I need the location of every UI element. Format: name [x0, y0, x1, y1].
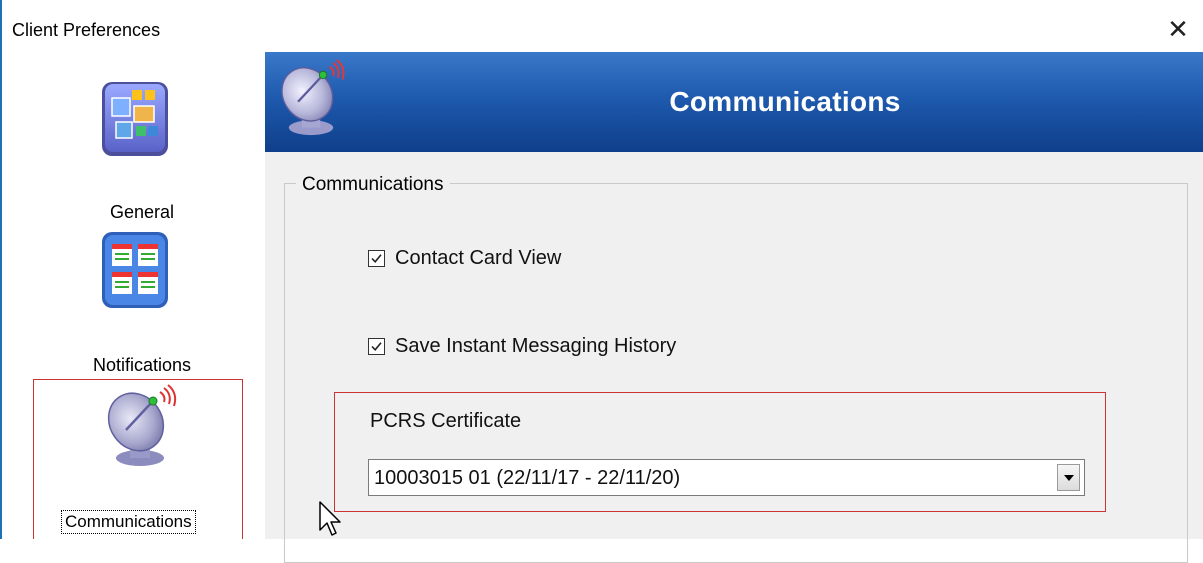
sidebar-item-label: Notifications — [92, 355, 192, 375]
chevron-down-icon — [1063, 474, 1074, 481]
contact-card-view-checkbox[interactable]: Contact Card View — [368, 245, 561, 271]
window-title: Client Preferences — [12, 20, 161, 40]
save-im-history-checkbox[interactable]: Save Instant Messaging History — [368, 333, 676, 359]
checkbox-label: Save Instant Messaging History — [395, 335, 677, 357]
groupbox-legend: Communications — [296, 173, 450, 197]
dropdown-button[interactable] — [1057, 464, 1080, 491]
certificate-selected-value: 10003015 01 (22/11/17 - 22/11/20) — [374, 467, 681, 489]
checkbox-box[interactable] — [368, 337, 385, 355]
checkbox-box[interactable] — [368, 249, 385, 267]
close-button[interactable]: ✕ — [1163, 14, 1193, 44]
sidebar-item-notifications[interactable]: Notifications — [22, 228, 262, 376]
panel-title: Communications — [669, 86, 901, 117]
notifications-board-icon — [102, 232, 168, 308]
general-panels-icon — [102, 82, 168, 156]
satellite-dish-icon — [107, 384, 177, 466]
certificate-label: PCRS Certificate — [370, 410, 522, 432]
checkmark-icon — [371, 341, 382, 351]
sidebar-item-general[interactable]: General — [22, 76, 262, 226]
checkmark-icon — [371, 253, 382, 263]
mouse-cursor-icon — [319, 501, 341, 536]
checkbox-label: Contact Card View — [395, 247, 562, 269]
sidebar-item-label: Communications — [61, 510, 196, 534]
sidebar-item-label: General — [109, 202, 175, 222]
